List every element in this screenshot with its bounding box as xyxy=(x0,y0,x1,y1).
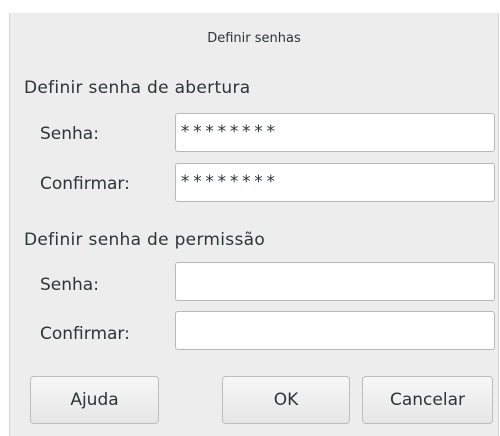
permission-password-section-title: Definir senha de permissão xyxy=(24,230,266,250)
ok-button[interactable]: OK xyxy=(222,376,350,424)
open-password-confirm-label: Confirmar: xyxy=(40,174,130,194)
open-password-label: Senha: xyxy=(40,124,99,144)
set-passwords-dialog: Definir senhas Definir senha de abertura… xyxy=(9,13,499,436)
open-password-section-title: Definir senha de abertura xyxy=(24,78,251,98)
permission-password-label: Senha: xyxy=(40,275,99,295)
permission-password-confirm-label: Confirmar: xyxy=(40,324,130,344)
cancel-button[interactable]: Cancelar xyxy=(362,376,493,424)
dialog-title: Definir senhas xyxy=(207,31,301,46)
open-password-input[interactable]: ******** xyxy=(175,113,495,152)
permission-password-confirm-input[interactable] xyxy=(175,311,495,350)
permission-password-input[interactable] xyxy=(175,262,495,301)
open-password-confirm-input[interactable]: ******** xyxy=(175,163,495,202)
help-button[interactable]: Ajuda xyxy=(30,376,159,424)
